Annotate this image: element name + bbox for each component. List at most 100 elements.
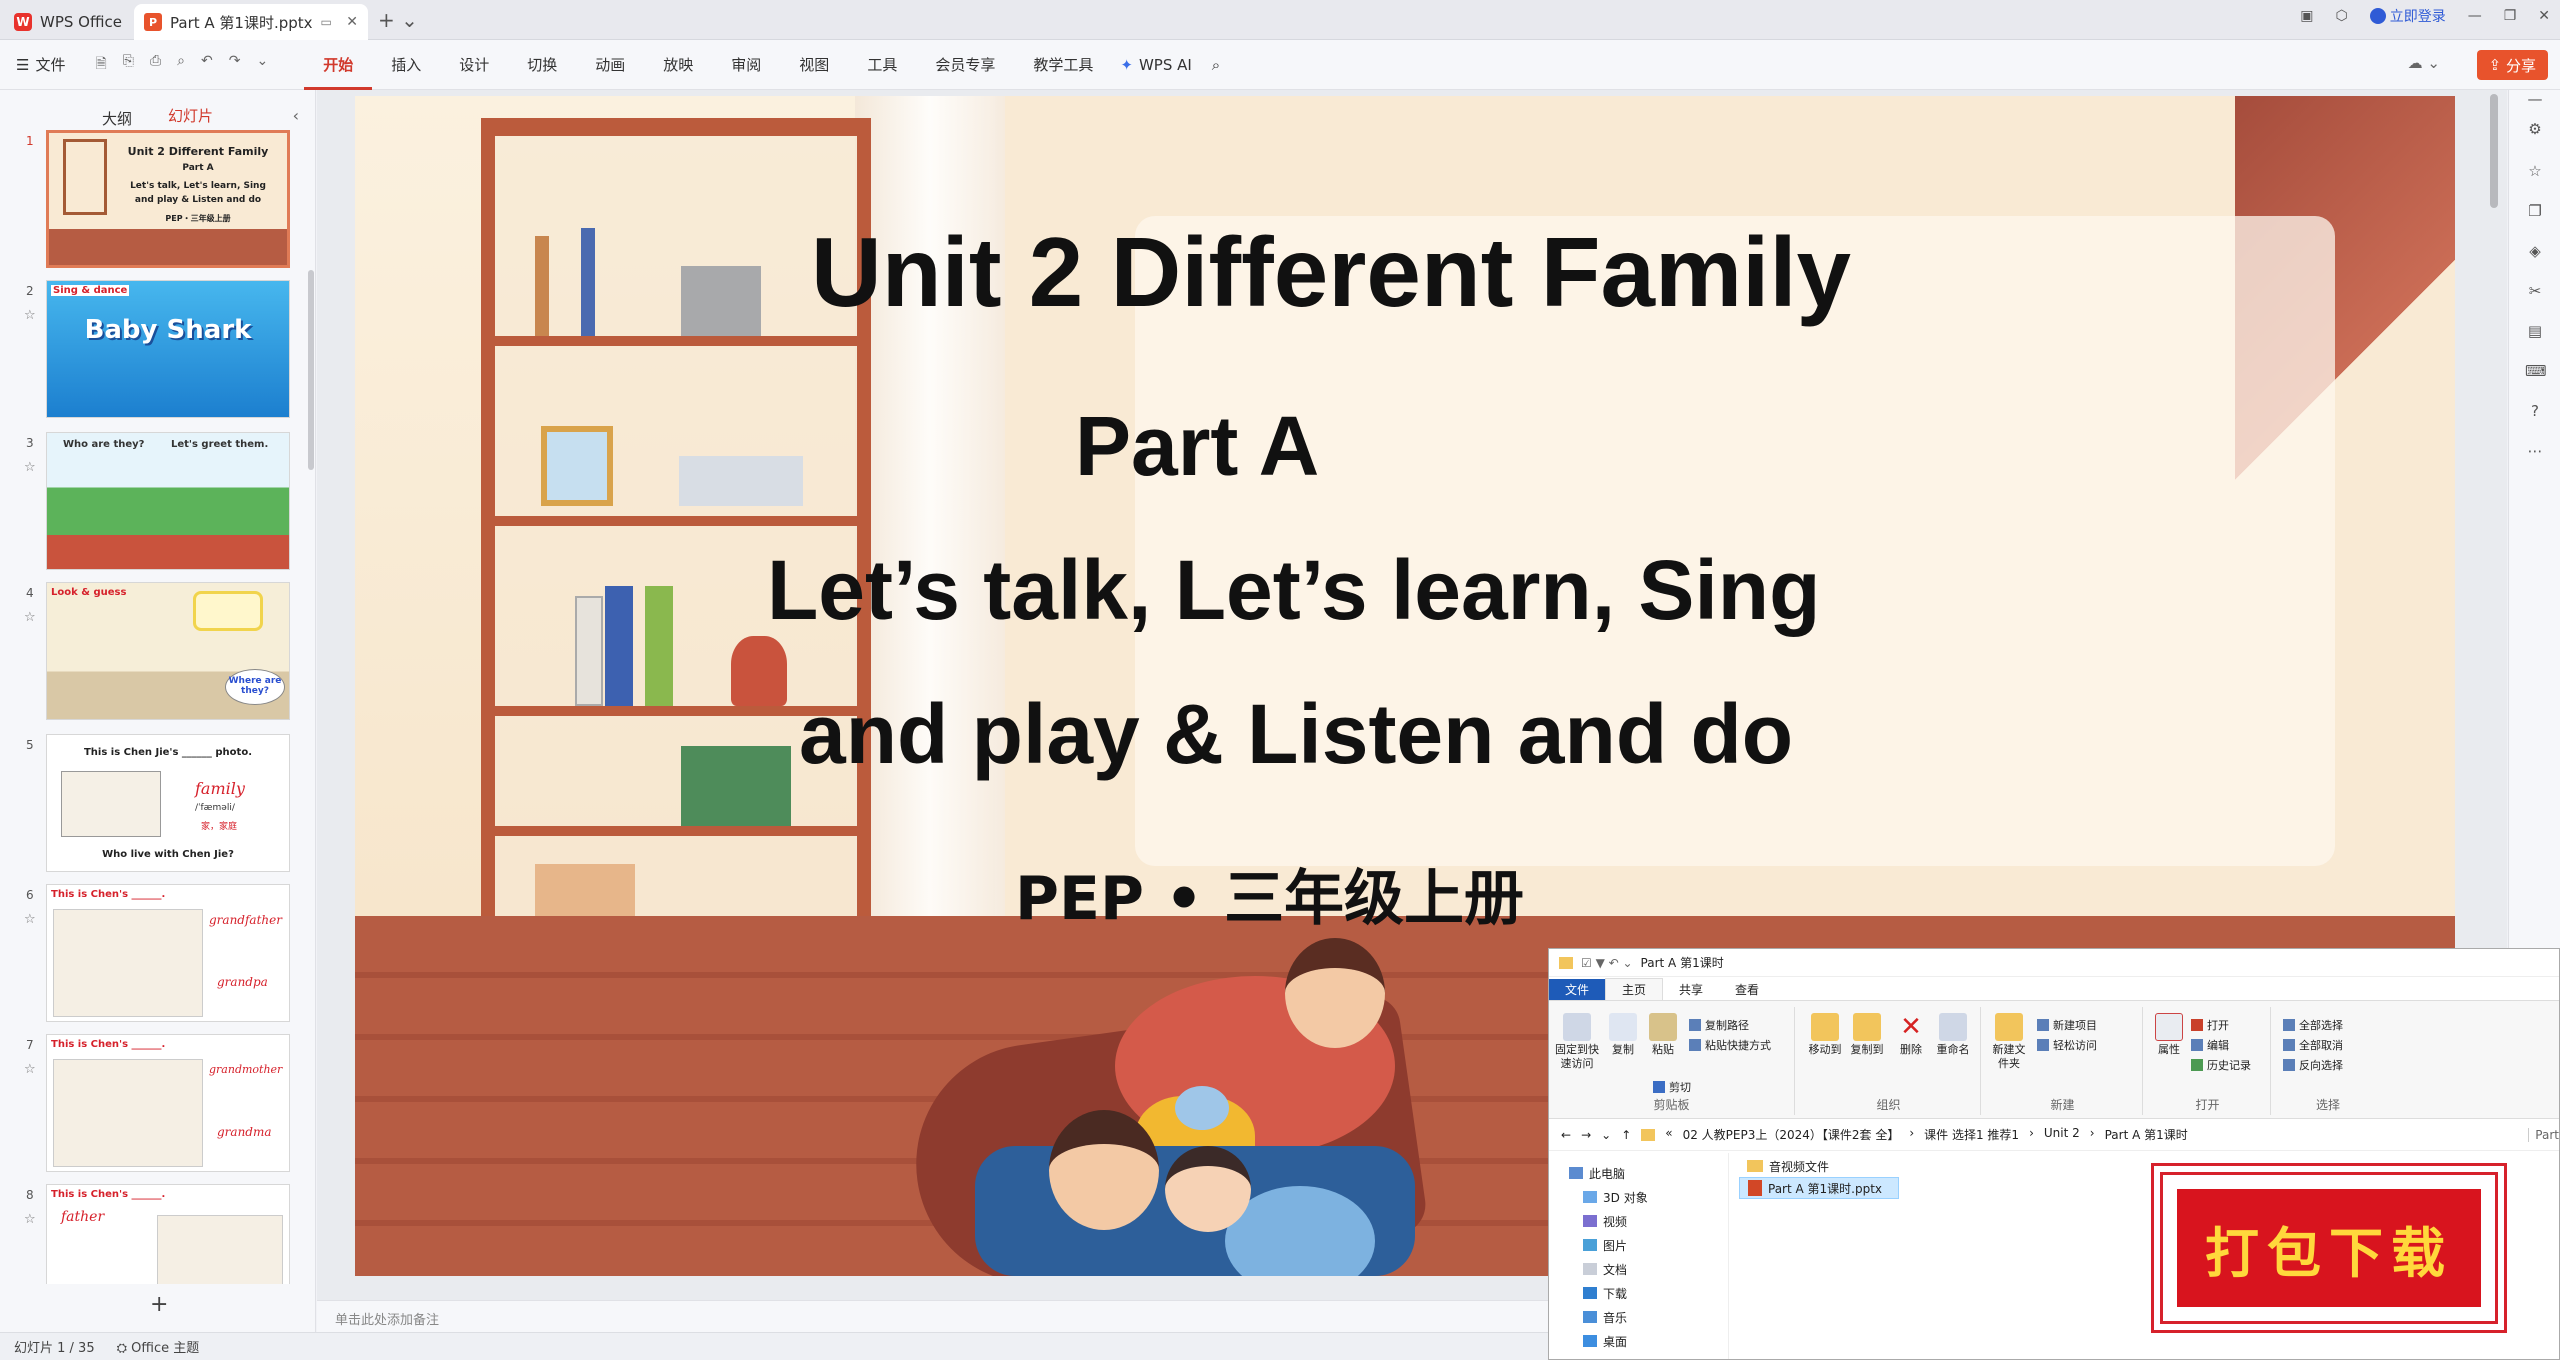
rename-button[interactable]: 重命名 [1933, 1013, 1973, 1057]
slide-thumbnail-5[interactable]: 5 This is Chen Jie's ______ photo. famil… [20, 734, 300, 872]
up-icon[interactable]: ↑ [1621, 1128, 1631, 1142]
help-icon[interactable]: ? [2525, 402, 2545, 422]
star-icon[interactable]: ☆ [24, 912, 36, 927]
tab-outline[interactable]: 大纲 [102, 108, 132, 129]
forward-icon[interactable]: → [1581, 1128, 1591, 1142]
document-tab[interactable]: P Part A 第1课时.pptx ▭ ✕ [134, 4, 368, 40]
copy-icon[interactable]: ❐ [2525, 202, 2545, 222]
tab-slides[interactable]: 幻灯片 [168, 105, 214, 132]
star-icon[interactable]: ☆ [24, 460, 36, 475]
window-close-icon[interactable]: ✕ [2538, 8, 2550, 24]
restore-icon[interactable]: ❐ [2504, 8, 2517, 24]
save-icon[interactable]: 🗎 [95, 53, 106, 77]
pin-button[interactable]: 固定到快速访问 [1555, 1013, 1599, 1071]
cut-button[interactable]: 剪切 [1653, 1079, 1691, 1095]
search-box[interactable]: Part [2528, 1127, 2559, 1142]
edit-button[interactable]: 编辑 [2191, 1037, 2229, 1053]
download-banner[interactable]: 打包下载 [2160, 1172, 2498, 1324]
move-to-button[interactable]: 移动到 [1805, 1013, 1845, 1057]
slide-line-2[interactable]: and play & Listen and do [799, 686, 1793, 783]
tab-2[interactable]: 设计 [440, 40, 508, 90]
nav-item[interactable]: 本地磁盘 (C:) [1549, 1353, 1728, 1360]
share-button[interactable]: ⇪ 分享 [2476, 50, 2548, 80]
tab-1[interactable]: 插入 [372, 40, 440, 90]
explorer-tab-3[interactable]: 查看 [1719, 979, 1775, 1000]
wps-ai-button[interactable]: ✦ WPS AI ⌕ [1120, 56, 1220, 74]
login-button[interactable]: 立即登录 [2369, 6, 2446, 26]
history-button[interactable]: 历史记录 [2191, 1057, 2251, 1073]
new-folder-button[interactable]: 新建文件夹 [1989, 1013, 2029, 1071]
more-icon[interactable]: ⌄ [256, 53, 268, 77]
cloud-sync-icon[interactable]: ☁ ⌄ [2408, 54, 2440, 72]
file-menu[interactable]: ☰ 文件 [16, 54, 65, 75]
nav-item[interactable]: 此电脑 [1549, 1161, 1728, 1185]
screen-icon[interactable]: ▭ [321, 15, 332, 29]
cube-icon[interactable]: ⬡ [2335, 8, 2347, 24]
brush-icon[interactable]: ⌨ [2525, 362, 2547, 382]
breadcrumb-segment[interactable]: Unit 2 [2044, 1126, 2080, 1143]
nav-item[interactable]: 下载 [1549, 1281, 1728, 1305]
tab-7[interactable]: 视图 [780, 40, 848, 90]
adjust-icon[interactable]: ⚙ [2525, 120, 2545, 140]
minimize-icon[interactable]: — [2468, 8, 2482, 24]
copy-button[interactable]: 复制 [1605, 1013, 1641, 1057]
tab-5[interactable]: 放映 [644, 40, 712, 90]
search-icon[interactable]: ⌕ [1212, 56, 1220, 74]
minimize-panel-icon[interactable]: — [2525, 90, 2545, 110]
explorer-tab-1[interactable]: 主页 [1605, 978, 1664, 1000]
breadcrumb-segment[interactable]: « [1665, 1126, 1672, 1143]
tab-3[interactable]: 切换 [508, 40, 576, 90]
tab-6[interactable]: 审阅 [712, 40, 780, 90]
paste-button[interactable]: 粘贴 [1645, 1013, 1681, 1057]
breadcrumb-segment[interactable]: Part A 第1课时 [2105, 1126, 2188, 1143]
slide-pep[interactable]: PEP • 三年级上册 [1015, 850, 1524, 937]
file-item[interactable]: 音视频文件 [1739, 1155, 1899, 1177]
explorer-tab-0[interactable]: 文件 [1549, 979, 1606, 1000]
tab-8[interactable]: 工具 [848, 40, 916, 90]
properties-button[interactable]: 属性 [2151, 1013, 2187, 1057]
export-icon[interactable]: ⎘ [123, 53, 134, 77]
copy-to-button[interactable]: 复制到 [1847, 1013, 1887, 1057]
nav-item[interactable]: 音乐 [1549, 1305, 1728, 1329]
quick-access-icons[interactable]: ☑ ▼ ↶ ⌄ [1581, 956, 1633, 970]
redo-icon[interactable]: ↷ [229, 53, 241, 77]
star-icon[interactable]: ☆ [2525, 162, 2545, 182]
breadcrumb-segment[interactable]: 02 人教PEP3上（2024）【课件2套 全】 [1683, 1126, 1900, 1143]
new-tab-button[interactable]: + ⌄ [378, 8, 418, 32]
select-all-button[interactable]: 全部选择 [2283, 1017, 2343, 1033]
open-button[interactable]: 打开 [2191, 1017, 2229, 1033]
back-icon[interactable]: ← [1561, 1128, 1571, 1142]
tab-4[interactable]: 动画 [576, 40, 644, 90]
tools-icon[interactable]: ✂ [2525, 282, 2545, 302]
slide-thumbnail-4[interactable]: 4 ☆ Look & guess Where are they? [20, 582, 300, 720]
paste-shortcut-button[interactable]: 粘贴快捷方式 [1689, 1037, 1771, 1053]
preview-icon[interactable]: ⌕ [177, 53, 185, 77]
delete-button[interactable]: ✕ 删除 [1893, 1013, 1929, 1057]
new-item-button[interactable]: 新建项目 [2037, 1017, 2097, 1033]
breadcrumb-segment[interactable]: 课件 选择1 推荐1 [1924, 1126, 2019, 1143]
nav-item[interactable]: 3D 对象 [1549, 1185, 1728, 1209]
star-icon[interactable]: ☆ [24, 1062, 36, 1077]
dropdown-icon[interactable]: ⌄ [1601, 1128, 1611, 1142]
add-slide-button[interactable]: + [150, 1292, 168, 1317]
address-bar[interactable]: ← → ⌄ ↑ « 02 人教PEP3上（2024）【课件2套 全】 › 课件 选择1… [1549, 1119, 2559, 1151]
window-layout-icon[interactable]: ▣ [2300, 8, 2313, 24]
nav-item[interactable]: 视频 [1549, 1209, 1728, 1233]
slide-thumbnail-2[interactable]: 2 ☆ Sing & dance Baby Shark [20, 280, 300, 418]
star-icon[interactable]: ☆ [24, 308, 36, 323]
nav-item[interactable]: 图片 [1549, 1233, 1728, 1257]
close-icon[interactable]: ✕ [346, 14, 358, 30]
invert-selection-button[interactable]: 反向选择 [2283, 1057, 2343, 1073]
slide-thumbnail-7[interactable]: 7 ☆ This is Chen's ______. grandmother g… [20, 1034, 300, 1172]
slide-part[interactable]: Part A [1075, 398, 1319, 495]
print-icon[interactable]: ⎙ [150, 53, 161, 77]
panel-scrollbar[interactable] [308, 270, 314, 470]
file-item[interactable]: Part A 第1课时.pptx [1739, 1177, 1899, 1199]
slide-title[interactable]: Unit 2 Different Family [811, 216, 1851, 329]
copy-path-button[interactable]: 复制路径 [1689, 1017, 1749, 1033]
tab-0[interactable]: 开始 [304, 40, 373, 90]
slide-thumbnail-3[interactable]: 3 ☆ Who are they? Let's greet them. [20, 432, 300, 570]
wps-home-tab[interactable]: W WPS Office [0, 4, 130, 40]
tab-10[interactable]: 教学工具 [1014, 40, 1112, 90]
style-icon[interactable]: ◈ [2525, 242, 2545, 262]
